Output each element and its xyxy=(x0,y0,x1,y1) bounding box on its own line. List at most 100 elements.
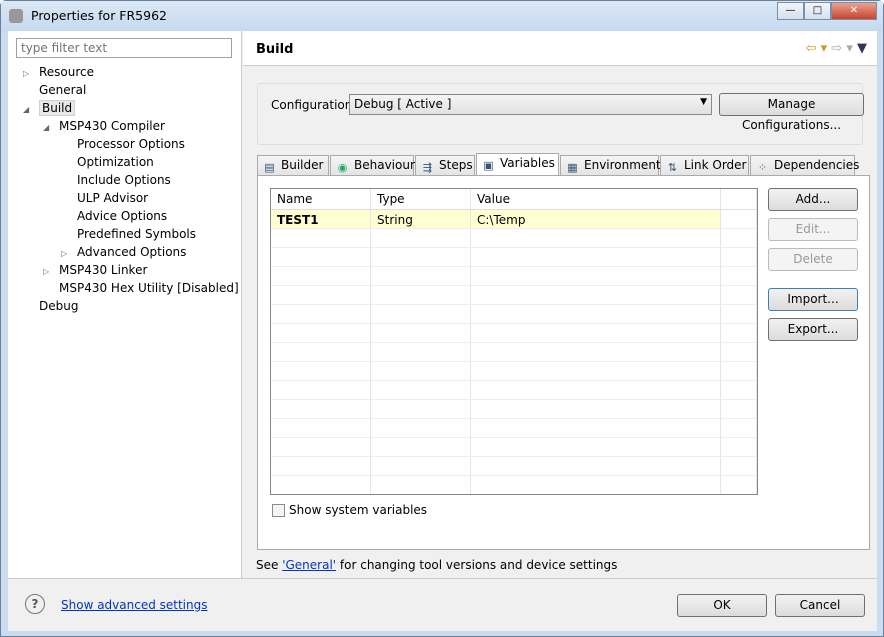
page-title: Build xyxy=(256,42,294,57)
general-note: See 'General' for changing tool versions… xyxy=(256,558,617,572)
tree-item[interactable]: ◢ Build xyxy=(23,100,76,116)
tree-item-label: Build xyxy=(39,100,76,116)
note-suffix: for changing tool versions and device se… xyxy=(336,558,618,572)
tree-item-label: Include Options xyxy=(77,173,171,187)
tab-link-order[interactable]: ⇅ Link Order xyxy=(660,155,749,175)
tree-item[interactable]: Processor Options xyxy=(61,137,185,151)
tree-item-label: Advice Options xyxy=(77,209,168,223)
cell-value: C:\Temp xyxy=(471,210,721,228)
export-button[interactable]: Export... xyxy=(768,318,858,341)
tree-item[interactable]: General xyxy=(23,83,86,97)
tree-item[interactable]: ▷ Advanced Options xyxy=(61,245,186,259)
empty-row xyxy=(271,381,757,400)
empty-row xyxy=(271,419,757,438)
back-arrow-icon[interactable]: ⇦ ▾ xyxy=(806,41,828,56)
tree-item[interactable]: Advice Options xyxy=(61,209,167,223)
expanded-arrow-icon[interactable]: ◢ xyxy=(43,123,59,132)
empty-row xyxy=(271,438,757,457)
title-bar: Properties for FR5962 — □ ✕ xyxy=(1,1,883,31)
tab-label: Dependencies xyxy=(774,158,860,172)
delete-button[interactable]: Delete xyxy=(768,248,858,271)
collapsed-arrow-icon[interactable]: ▷ xyxy=(61,249,77,258)
column-header-value[interactable]: Value xyxy=(471,189,721,209)
column-header-name[interactable]: Name xyxy=(271,189,371,209)
add-button[interactable]: Add... xyxy=(768,188,858,211)
checkbox-box[interactable] xyxy=(272,503,285,517)
cell-type: String xyxy=(371,210,471,228)
column-header-type[interactable]: Type xyxy=(371,189,471,209)
show-advanced-settings-link[interactable]: Show advanced settings xyxy=(61,598,208,612)
table-header: Name Type Value xyxy=(271,189,757,210)
tree-item[interactable]: ▷ Resource xyxy=(23,65,94,79)
tree-item-label: Resource xyxy=(39,65,95,79)
tree-item[interactable]: ULP Advisor xyxy=(61,191,148,205)
empty-row xyxy=(271,286,757,305)
edit-button[interactable]: Edit... xyxy=(768,218,858,241)
manage-configurations-button[interactable]: Manage Configurations... xyxy=(719,93,864,132)
tab-label: Variables xyxy=(500,156,555,170)
configuration-select[interactable]: Debug [ Active ] ▼ xyxy=(349,94,712,115)
dialog-footer: ? Show advanced settings OK Cancel xyxy=(8,578,877,631)
tab-behaviour[interactable]: ◉ Behaviour xyxy=(330,155,415,175)
tree-item[interactable]: MSP430 Hex Utility [Disabled] xyxy=(43,281,239,295)
tree-item-label: ULP Advisor xyxy=(77,191,149,205)
tree-item[interactable]: ▷ MSP430 Linker xyxy=(43,263,147,277)
empty-row xyxy=(271,362,757,381)
ok-button[interactable]: OK xyxy=(677,594,767,617)
help-icon[interactable]: ? xyxy=(25,594,45,614)
tree-item-label: Optimization xyxy=(77,155,154,169)
tree-item[interactable]: Predefined Symbols xyxy=(61,227,196,241)
maximize-button[interactable]: □ xyxy=(804,2,831,20)
import-button[interactable]: Import... xyxy=(768,288,858,311)
tab-steps[interactable]: ⇶ Steps xyxy=(415,155,475,175)
link-order-icon: ⇅ xyxy=(667,161,678,174)
tab-label: Builder xyxy=(281,158,324,172)
environment-icon: ▦ xyxy=(567,161,578,174)
chevron-down-icon: ▼ xyxy=(700,97,707,107)
empty-row xyxy=(271,457,757,476)
cell-name: TEST1 xyxy=(271,210,371,228)
tree-item-label: Processor Options xyxy=(77,137,185,151)
tree-item[interactable]: Debug xyxy=(23,299,78,313)
variables-icon: ▣ xyxy=(483,159,494,172)
tree-item[interactable]: ◢ MSP430 Compiler xyxy=(43,119,165,133)
tree-item-label: Advanced Options xyxy=(77,245,187,259)
tab-label: Steps xyxy=(439,158,473,172)
collapsed-arrow-icon[interactable]: ▷ xyxy=(23,69,39,78)
menu-dropdown-icon[interactable]: ▼ xyxy=(857,41,867,56)
empty-row xyxy=(271,400,757,419)
table-row[interactable]: TEST1 String C:\Temp xyxy=(271,210,757,229)
collapsed-arrow-icon[interactable]: ▷ xyxy=(43,267,59,276)
app-icon xyxy=(9,9,23,23)
general-link[interactable]: 'General' xyxy=(282,558,336,572)
show-system-variables-checkbox[interactable]: Show system variables xyxy=(272,503,427,517)
configuration-value: Debug [ Active ] xyxy=(354,97,452,111)
tree-item-label: General xyxy=(39,83,87,97)
tree-item[interactable]: Optimization xyxy=(61,155,154,169)
tree-item-label: MSP430 Compiler xyxy=(59,119,165,133)
tab-environment[interactable]: ▦ Environment xyxy=(560,155,661,175)
empty-row xyxy=(271,229,757,248)
behaviour-icon: ◉ xyxy=(337,161,348,174)
tree-item[interactable]: Include Options xyxy=(61,173,171,187)
dependencies-icon: ⁘ xyxy=(757,161,768,174)
empty-row xyxy=(271,324,757,343)
tab-label: Behaviour xyxy=(354,158,415,172)
tab-dependencies[interactable]: ⁘ Dependencies xyxy=(750,155,859,175)
properties-dialog: Properties for FR5962 — □ ✕ ▷ResourceGen… xyxy=(0,0,884,637)
tab-variables[interactable]: ▣ Variables xyxy=(476,153,559,176)
expanded-arrow-icon[interactable]: ◢ xyxy=(23,105,39,114)
minimize-button[interactable]: — xyxy=(777,2,804,20)
filter-input[interactable] xyxy=(16,38,232,58)
variables-tab-panel: Name Type Value TEST1 String C:\Temp Add..… xyxy=(257,175,870,550)
steps-icon: ⇶ xyxy=(422,161,433,174)
empty-row xyxy=(271,267,757,286)
empty-row xyxy=(271,343,757,362)
tab-builder[interactable]: ▤ Builder xyxy=(257,155,329,175)
empty-row xyxy=(271,248,757,267)
configuration-label: Configuration: xyxy=(271,98,357,112)
close-button[interactable]: ✕ xyxy=(831,2,877,20)
tree-item-label: MSP430 Hex Utility [Disabled] xyxy=(59,281,239,295)
forward-arrow-icon[interactable]: ⇨ ▾ xyxy=(831,41,853,56)
cancel-button[interactable]: Cancel xyxy=(775,594,865,617)
